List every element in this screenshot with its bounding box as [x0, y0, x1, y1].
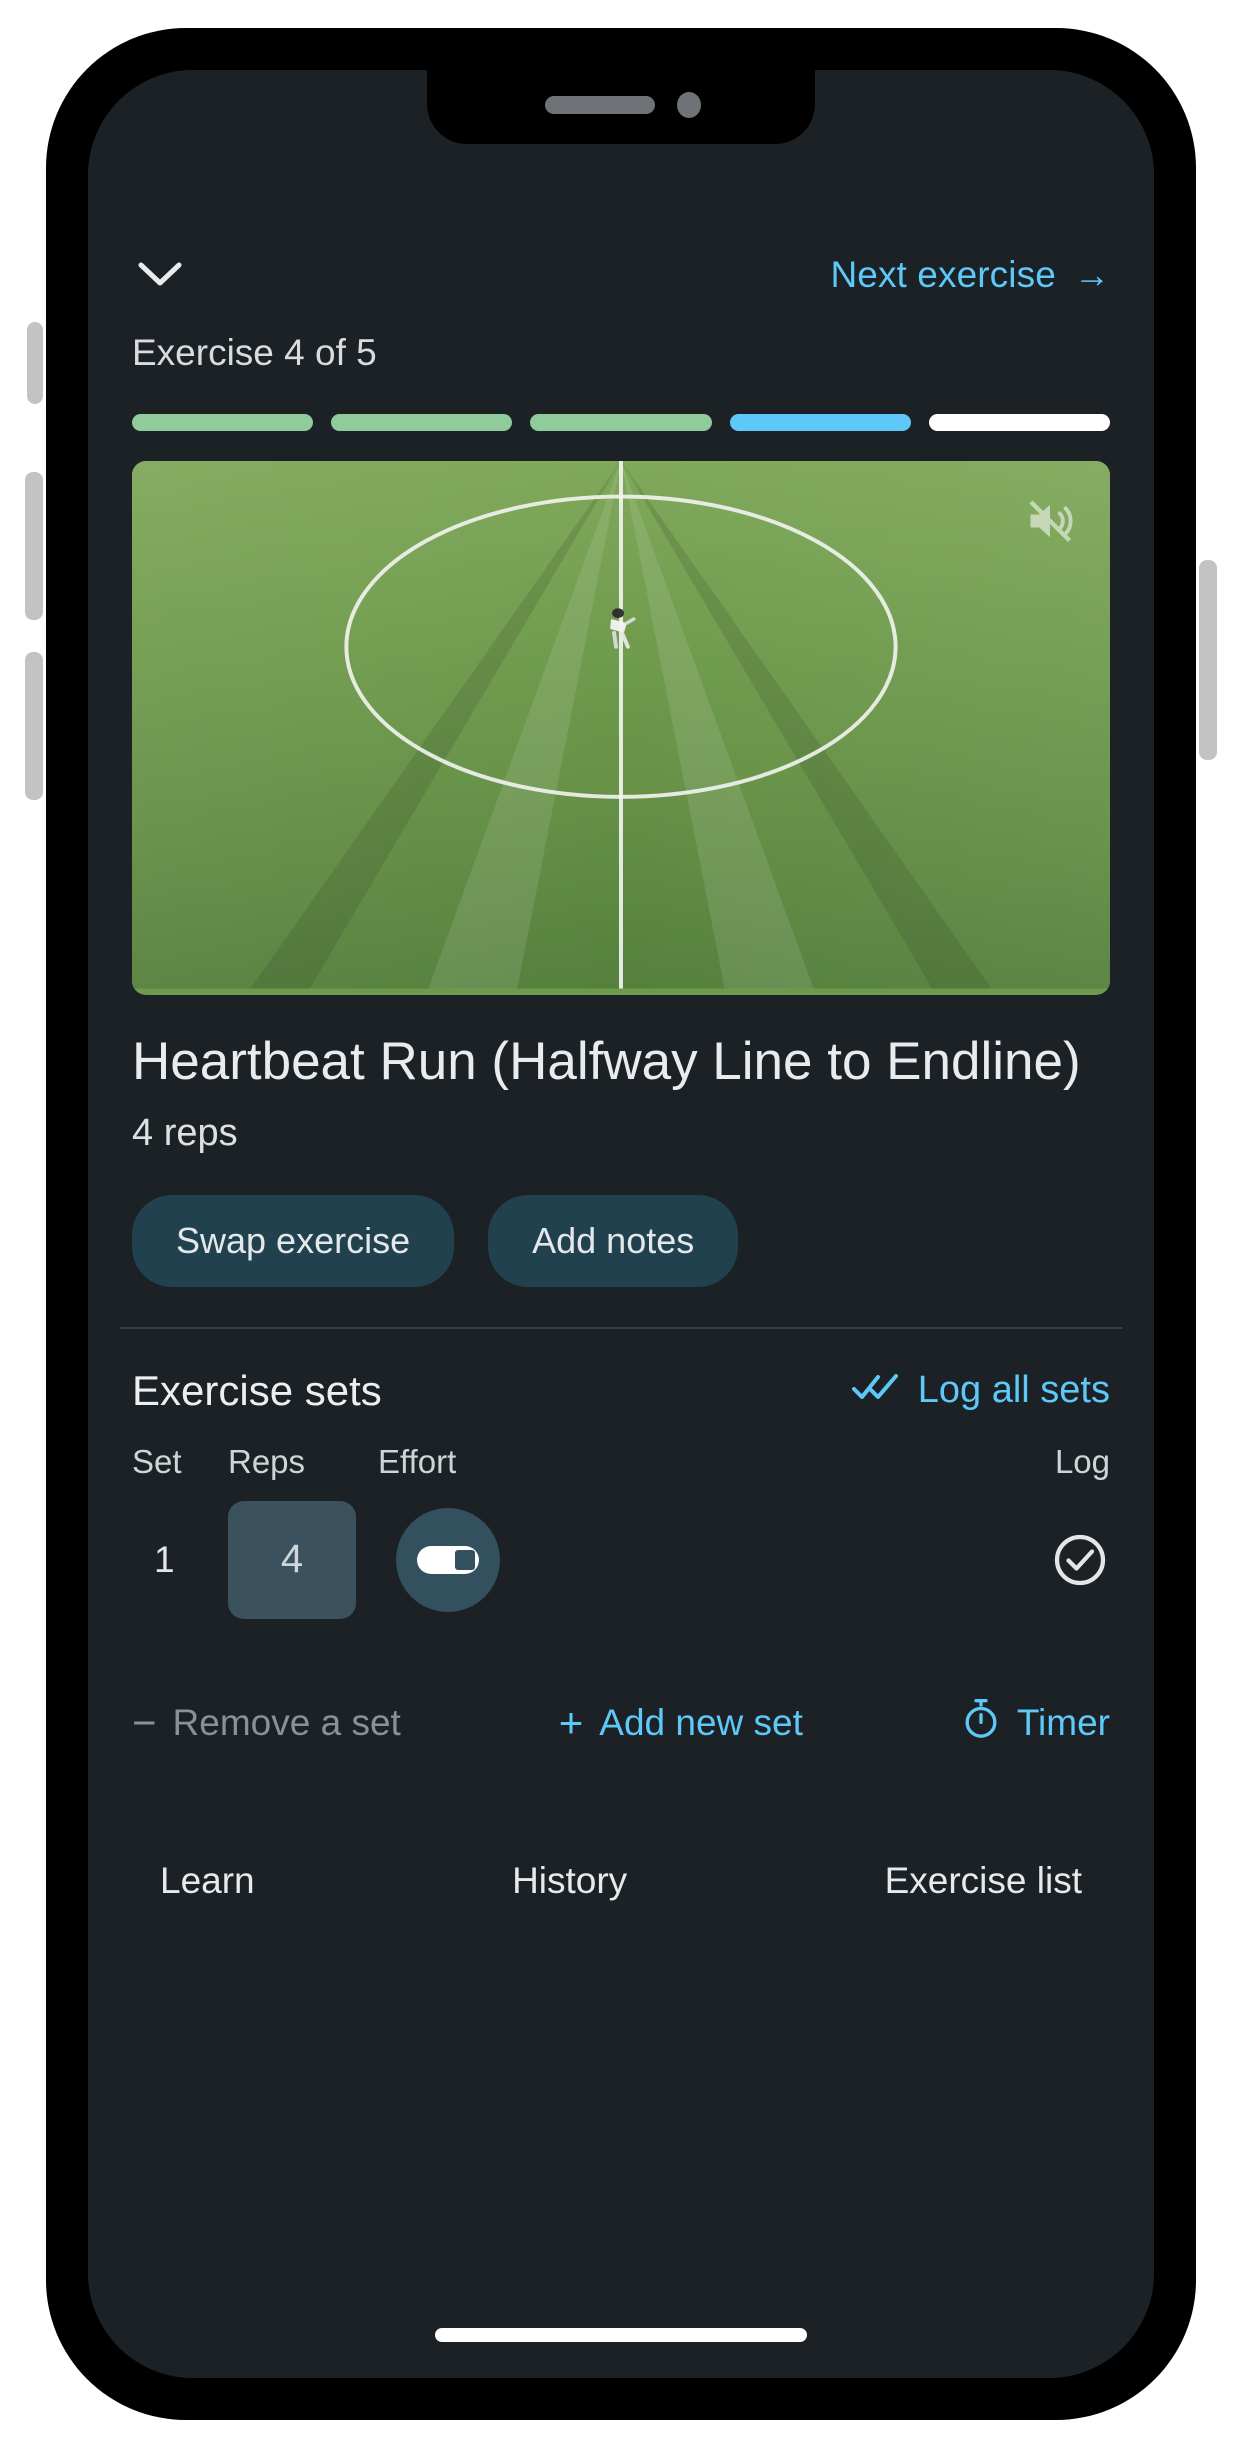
progress-segment-3	[530, 414, 712, 431]
progress-segment-5	[928, 414, 1111, 431]
exercise-progress-bar	[88, 374, 1154, 431]
volume-up-button[interactable]	[25, 472, 43, 620]
column-header-set: Set	[132, 1442, 182, 1480]
bottom-navigation: Learn History Exercise list	[88, 1750, 1154, 1902]
set-actions-row: − Remove a set + Add new set Timer	[88, 1619, 1154, 1750]
exercise-video[interactable]	[132, 461, 1110, 995]
exercise-reps-summary: 4 reps	[132, 1111, 238, 1154]
nav-item-learn[interactable]: Learn	[160, 1860, 255, 1902]
add-set-label: Add new set	[599, 1702, 803, 1744]
phone-screen: Next exercise → Exercise 4 of 5 Heartbea…	[88, 70, 1154, 2378]
effort-button[interactable]	[396, 1507, 500, 1612]
set-number: 1	[154, 1538, 175, 1580]
log-cell	[1014, 1530, 1110, 1590]
exercise-sets-title: Exercise sets	[132, 1366, 382, 1414]
check-circle-icon[interactable]	[1050, 1530, 1110, 1590]
timer-button[interactable]: Timer	[961, 1697, 1110, 1750]
silent-switch-button[interactable]	[27, 322, 43, 404]
progress-segment-4	[729, 414, 911, 431]
exercise-counter: Exercise 4 of 5	[132, 332, 377, 373]
exercise-action-buttons: Swap exercise Add notes	[88, 1155, 1154, 1287]
exercise-screen: Next exercise → Exercise 4 of 5 Heartbea…	[88, 70, 1154, 2378]
table-row: 1 4	[132, 1500, 1110, 1619]
column-header-effort: Effort	[378, 1442, 457, 1480]
log-all-sets-label: Log all sets	[917, 1369, 1110, 1412]
nav-item-exercise-list[interactable]: Exercise list	[885, 1860, 1082, 1902]
timer-label: Timer	[1016, 1702, 1110, 1744]
minus-icon: −	[132, 1699, 157, 1747]
add-set-button[interactable]: + Add new set	[559, 1702, 803, 1744]
next-exercise-label: Next exercise	[830, 254, 1056, 295]
screenshot-stage: Next exercise → Exercise 4 of 5 Heartbea…	[0, 0, 1242, 2451]
top-bar: Next exercise →	[88, 180, 1154, 298]
exercise-title: Heartbeat Run (Halfway Line to Endline)	[132, 1032, 1081, 1091]
progress-segment-1	[132, 414, 314, 431]
volume-down-button[interactable]	[25, 652, 43, 800]
phone-notch	[427, 70, 815, 144]
double-check-icon	[851, 1369, 900, 1412]
add-notes-button[interactable]: Add notes	[488, 1194, 739, 1287]
stopwatch-icon	[961, 1697, 1001, 1750]
column-header-reps: Reps	[228, 1442, 306, 1480]
swap-exercise-button[interactable]: Swap exercise	[132, 1194, 455, 1287]
progress-segment-2	[331, 414, 513, 431]
volume-off-icon[interactable]	[1024, 495, 1076, 547]
remove-set-label: Remove a set	[172, 1702, 401, 1744]
exercise-sets-table: Set Reps Effort Log 1 4	[88, 1415, 1154, 1619]
earpiece-speaker	[545, 96, 655, 114]
front-camera	[677, 92, 701, 118]
log-all-sets-button[interactable]: Log all sets	[851, 1369, 1110, 1412]
pitch-illustration	[132, 461, 1110, 989]
remove-set-button[interactable]: − Remove a set	[132, 1702, 401, 1744]
reps-input[interactable]: 4	[228, 1500, 356, 1619]
exercise-sets-header: Exercise sets Log all sets	[88, 1329, 1154, 1415]
home-indicator[interactable]	[435, 2328, 807, 2342]
column-header-log: Log	[1054, 1442, 1110, 1480]
chevron-down-icon	[138, 261, 182, 289]
next-exercise-button[interactable]: Next exercise →	[830, 254, 1110, 296]
slider-icon	[417, 1545, 479, 1574]
power-button[interactable]	[1199, 560, 1217, 760]
nav-item-history[interactable]: History	[512, 1860, 627, 1902]
arrow-right-icon: →	[1073, 254, 1110, 295]
sets-table-header: Set Reps Effort Log	[132, 1443, 1110, 1481]
collapse-button[interactable]	[132, 252, 188, 298]
plus-icon: +	[558, 1699, 584, 1747]
